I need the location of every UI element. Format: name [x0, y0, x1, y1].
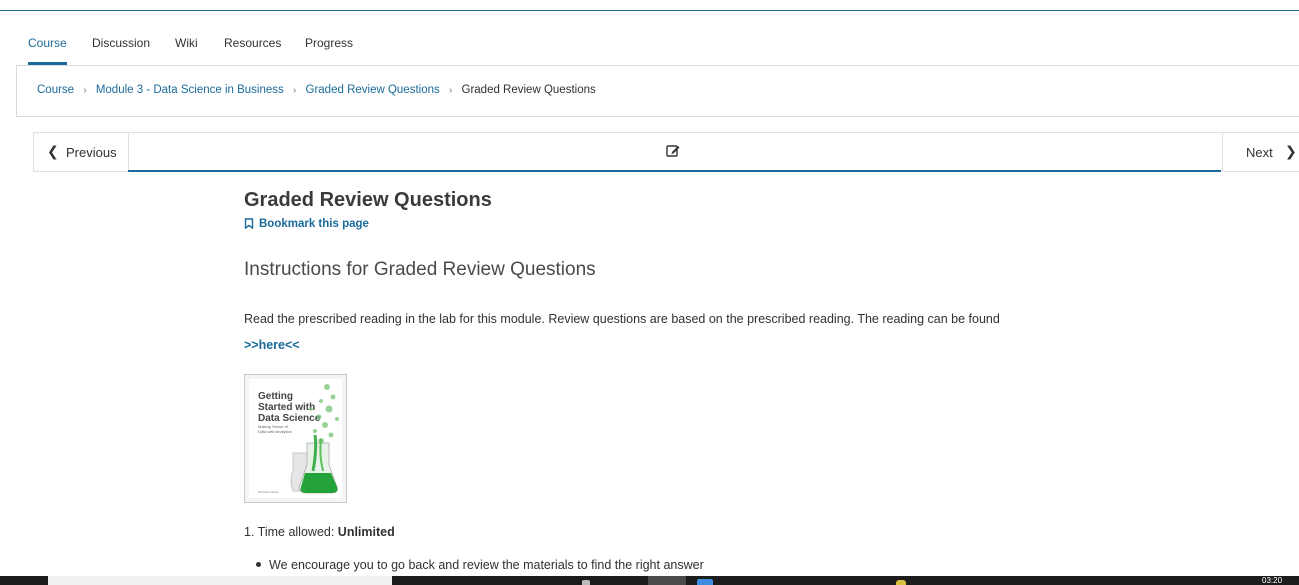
time-allowed-value: Unlimited [337, 525, 395, 539]
breadcrumb-link-course[interactable]: Course [37, 84, 74, 96]
unit-tab[interactable] [128, 133, 1221, 172]
taskbar: 03:20 [0, 576, 1299, 585]
book-author: Murtaza Haider [258, 490, 279, 494]
taskbar-app-icon[interactable] [697, 579, 713, 585]
next-label: Next [1246, 145, 1273, 160]
previous-label: Previous [66, 145, 117, 160]
bookmark-icon [244, 218, 254, 230]
tab-course[interactable]: Course [28, 24, 67, 65]
breadcrumb: Course › Module 3 - Data Science in Busi… [16, 66, 1299, 117]
taskbar-search-box[interactable] [48, 576, 392, 585]
chevron-left-icon: ❮ [47, 143, 59, 159]
bookmark-label: Bookmark this page [259, 218, 369, 230]
bullet-icon [256, 562, 261, 567]
taskbar-clock: 03:20 [1262, 576, 1283, 585]
section-title: Instructions for Graded Review Questions [244, 259, 596, 280]
bookmark-button[interactable]: Bookmark this page [244, 218, 369, 230]
taskbar-app-icon[interactable] [896, 580, 906, 585]
chevron-right-icon: ❯ [1285, 143, 1297, 159]
sequence-navigation: ❮ Previous Next ❯ [33, 132, 1299, 172]
bullet-text: We encourage you to go back and review t… [269, 558, 704, 572]
previous-button[interactable]: ❮ Previous [33, 133, 129, 172]
list-item: We encourage you to go back and review t… [256, 558, 704, 572]
lab-flask-illustration [290, 384, 339, 494]
page-title: Graded Review Questions [244, 189, 492, 211]
chevron-right-icon: › [292, 85, 297, 96]
chevron-right-icon: › [448, 85, 453, 96]
taskbar-active-app[interactable] [648, 576, 686, 585]
breadcrumb-link-section[interactable]: Graded Review Questions [306, 84, 440, 96]
tab-wiki[interactable]: Wiki [175, 24, 198, 62]
breadcrumb-current: Graded Review Questions [461, 84, 596, 96]
book-cover-image: Getting Started with Data Science Making… [244, 374, 347, 503]
taskbar-app-icon[interactable] [582, 580, 590, 585]
tab-discussion[interactable]: Discussion [92, 24, 150, 62]
list-item: 1. Time allowed: Unlimited [244, 525, 395, 539]
instructions-text: Read the prescribed reading in the lab f… [244, 312, 1000, 326]
edit-icon [666, 145, 680, 157]
chevron-right-icon: › [83, 85, 87, 96]
book-cover: Getting Started with Data Science Making… [249, 379, 342, 498]
next-button[interactable]: Next ❯ [1222, 133, 1299, 172]
time-allowed-label: 1. Time allowed: [244, 525, 338, 539]
top-accent-line [0, 10, 1299, 11]
tab-resources[interactable]: Resources [224, 24, 281, 62]
instructions-paragraph: Read the prescribed reading in the lab f… [244, 306, 1034, 358]
reading-link[interactable]: >>here<< [244, 338, 300, 352]
course-tabs: Course Discussion Wiki Resources Progres… [16, 24, 1299, 66]
tab-progress[interactable]: Progress [305, 24, 353, 62]
breadcrumb-link-module[interactable]: Module 3 - Data Science in Business [96, 84, 284, 96]
